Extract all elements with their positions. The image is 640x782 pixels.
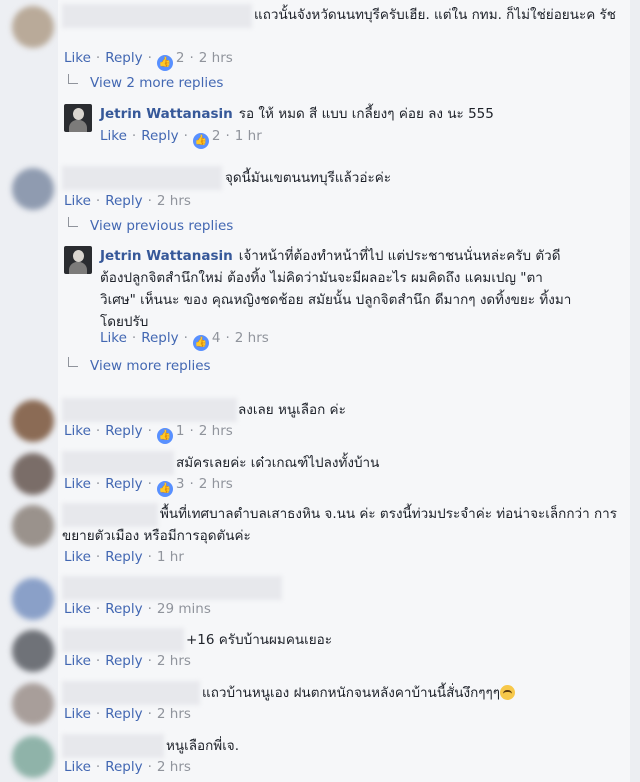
comment-text: สมัครเลยค่ะ เด๋วเกณฑ์ไปลงทั้งบ้าน bbox=[176, 455, 380, 471]
like-link[interactable]: Like bbox=[64, 759, 91, 775]
like-link[interactable]: Like bbox=[64, 653, 91, 669]
comment-actions: Like · Reply · 2 hrs bbox=[64, 706, 191, 722]
like-link[interactable]: Like bbox=[64, 601, 91, 617]
reply-author-link[interactable]: Jetrin Wattanasin bbox=[100, 106, 233, 122]
reply-link[interactable]: Reply bbox=[105, 423, 142, 439]
reply-link[interactable]: Reply bbox=[141, 128, 178, 144]
comment-actions: Like · Reply · 👍 2 · 2 hrs bbox=[64, 48, 233, 71]
avatar[interactable] bbox=[12, 505, 54, 547]
avatar[interactable] bbox=[12, 578, 54, 620]
view-previous-replies-link[interactable]: View previous replies bbox=[68, 216, 233, 236]
reply-link[interactable]: Reply bbox=[105, 549, 142, 565]
reply-link[interactable]: Reply bbox=[105, 759, 142, 775]
reply-text: Jetrin Wattanasin เจ้าหน้าที่ต้องทำหน้าที… bbox=[100, 245, 575, 333]
thumbs-up-icon[interactable]: 👍 bbox=[156, 55, 173, 71]
like-link[interactable]: Like bbox=[64, 423, 91, 439]
reply-link[interactable]: Reply bbox=[105, 50, 142, 66]
like-link[interactable]: Like bbox=[100, 128, 127, 144]
reaction-count[interactable]: 2 bbox=[176, 50, 185, 66]
like-link[interactable]: Like bbox=[64, 549, 91, 565]
comment-thread: แถวนั้นจังหวัดนนทบุรีครับเฮีย. แต่ใน กทม… bbox=[0, 0, 640, 782]
right-margin bbox=[630, 0, 640, 782]
comment-text: ลงเลย หนูเลือก ค่ะ bbox=[238, 402, 346, 418]
avatar[interactable] bbox=[64, 246, 92, 274]
reply-text: Jetrin Wattanasin รอ ให้ หมด สี แบบ เกลี้… bbox=[100, 103, 620, 125]
comment-actions: Like · Reply · 1 hr bbox=[64, 549, 184, 565]
timestamp[interactable]: 29 mins bbox=[157, 601, 211, 617]
avatar[interactable] bbox=[64, 104, 92, 132]
view-more-replies-label: View more replies bbox=[90, 358, 211, 374]
reaction-count[interactable]: 3 bbox=[176, 476, 185, 492]
timestamp[interactable]: 2 hrs bbox=[235, 330, 269, 346]
like-link[interactable]: Like bbox=[64, 193, 91, 209]
like-link[interactable]: Like bbox=[64, 476, 91, 492]
timestamp[interactable]: 2 hrs bbox=[157, 193, 191, 209]
timestamp[interactable]: 2 hrs bbox=[199, 423, 233, 439]
comment-text: แถวนั้นจังหวัดนนทบุรีครับเฮีย. แต่ใน กทม… bbox=[254, 7, 616, 23]
timestamp[interactable]: 1 hr bbox=[235, 128, 262, 144]
avatar[interactable] bbox=[12, 6, 54, 48]
comment-text: จุดนี้มันเขตนนทบุรีแล้วอ่ะค่ะ bbox=[225, 170, 392, 186]
comment-body: แถวบ้านหนูเอง ฝนตกหนักจนหลังคาบ้านนี้สั่… bbox=[202, 685, 501, 701]
comment-actions: Like · Reply · 2 hrs bbox=[64, 653, 191, 669]
timestamp[interactable]: 2 hrs bbox=[199, 476, 233, 492]
avatar[interactable] bbox=[12, 453, 54, 495]
comment-actions: Like · Reply · 2 hrs bbox=[64, 759, 191, 775]
thumbs-up-icon[interactable]: 👍 bbox=[192, 133, 209, 149]
comment-text: แถวบ้านหนูเอง ฝนตกหนักจนหลังคาบ้านนี้สั่… bbox=[62, 682, 622, 704]
like-link[interactable]: Like bbox=[64, 50, 91, 66]
timestamp[interactable]: 2 hrs bbox=[157, 759, 191, 775]
reply-link[interactable]: Reply bbox=[105, 193, 142, 209]
avatar[interactable] bbox=[12, 683, 54, 725]
timestamp[interactable]: 1 hr bbox=[157, 549, 184, 565]
reply-link[interactable]: Reply bbox=[141, 330, 178, 346]
like-link[interactable]: Like bbox=[64, 706, 91, 722]
view-more-replies-link[interactable]: View 2 more replies bbox=[68, 73, 223, 93]
reply-arrow-icon bbox=[68, 357, 78, 367]
avatar[interactable] bbox=[12, 168, 54, 210]
reply-actions: Like · Reply · 👍 2 · 1 hr bbox=[100, 126, 262, 149]
view-more-replies-link[interactable]: View more replies bbox=[68, 356, 211, 376]
reply-arrow-icon bbox=[68, 74, 78, 84]
avatar[interactable] bbox=[12, 736, 54, 778]
view-more-replies-label: View 2 more replies bbox=[90, 75, 224, 91]
timestamp[interactable]: 2 hrs bbox=[157, 706, 191, 722]
thumbs-up-icon[interactable]: 👍 bbox=[192, 335, 209, 351]
reply-link[interactable]: Reply bbox=[105, 476, 142, 492]
reply-body: รอ ให้ หมด สี แบบ เกลี้ยงๆ ค่อย ลง นะ 55… bbox=[238, 106, 494, 122]
reply-link[interactable]: Reply bbox=[105, 653, 142, 669]
avatar[interactable] bbox=[12, 400, 54, 442]
crying-laughing-emoji-icon bbox=[500, 685, 516, 700]
like-link[interactable]: Like bbox=[100, 330, 127, 346]
comment-text: หนูเลือกพี่เจ. bbox=[166, 738, 240, 754]
commenter-name-redacted[interactable] bbox=[62, 576, 282, 600]
avatar[interactable] bbox=[12, 630, 54, 672]
reply-arrow-icon bbox=[68, 217, 78, 227]
reaction-count[interactable]: 4 bbox=[212, 330, 221, 346]
reply-author-link[interactable]: Jetrin Wattanasin bbox=[100, 248, 233, 264]
timestamp[interactable]: 2 hrs bbox=[157, 653, 191, 669]
thumbs-up-icon[interactable]: 👍 bbox=[156, 428, 173, 444]
comment-actions: Like · Reply · 29 mins bbox=[64, 601, 211, 617]
comment-actions: Like · Reply · 👍 1 · 2 hrs bbox=[64, 421, 233, 444]
reply-link[interactable]: Reply bbox=[105, 706, 142, 722]
reply-link[interactable]: Reply bbox=[105, 601, 142, 617]
comment-actions: Like · Reply · 👍 3 · 2 hrs bbox=[64, 474, 233, 497]
thumbs-up-icon[interactable]: 👍 bbox=[156, 481, 173, 497]
reply-actions: Like · Reply · 👍 4 · 2 hrs bbox=[100, 328, 269, 351]
comment-text: +16 ครับบ้านผมคนเยอะ bbox=[186, 632, 332, 648]
view-previous-replies-label: View previous replies bbox=[90, 218, 234, 234]
comment-actions: Like · Reply · 2 hrs bbox=[64, 193, 191, 209]
reaction-count[interactable]: 2 bbox=[212, 128, 221, 144]
comment-text: พื้นที่เทศบาลตำบลเสาธงหิน จ.นน ค่ะ ตรงนี… bbox=[62, 506, 617, 544]
timestamp[interactable]: 2 hrs bbox=[199, 50, 233, 66]
reaction-count[interactable]: 1 bbox=[176, 423, 185, 439]
